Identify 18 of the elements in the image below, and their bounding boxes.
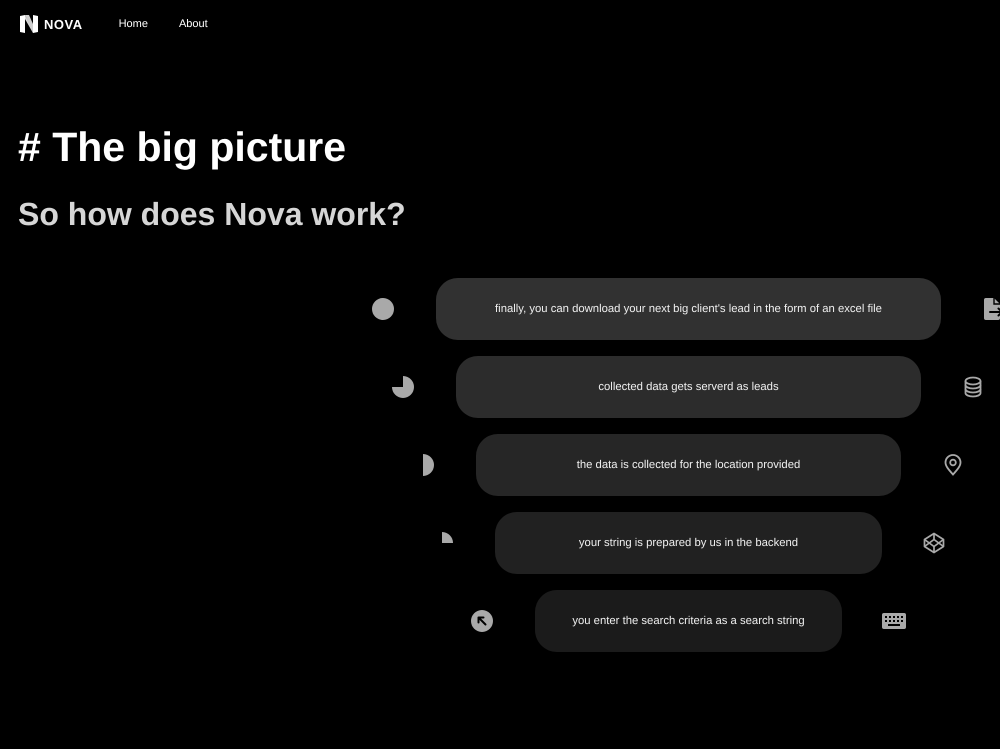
page-title: # The big picture	[18, 123, 346, 171]
database-icon	[964, 376, 982, 398]
nav-link[interactable]: Home	[118, 18, 148, 30]
three-quarter-pie-icon	[392, 376, 414, 398]
step-card: your string is prepared by us in the backend	[495, 512, 882, 574]
keyboard-icon	[882, 613, 906, 629]
nav-link[interactable]: About	[178, 18, 208, 30]
brand-name: NOVA	[44, 16, 83, 32]
step-card: collected data gets serverd as leads	[456, 356, 921, 418]
location-pin-icon	[944, 454, 962, 476]
section-subtitle: So how does Nova work?	[18, 195, 406, 233]
step-card: the data is collected for the location provided	[476, 434, 901, 496]
cube-outline-icon	[923, 532, 945, 554]
full-circle-icon	[372, 298, 394, 320]
step-card: finally, you can download your next big client's lead in the form of an excel file	[436, 278, 941, 340]
step-card: you enter the search criteria as a search string	[535, 590, 842, 652]
logo-icon	[20, 15, 38, 33]
arrow-circle-icon	[471, 610, 493, 632]
